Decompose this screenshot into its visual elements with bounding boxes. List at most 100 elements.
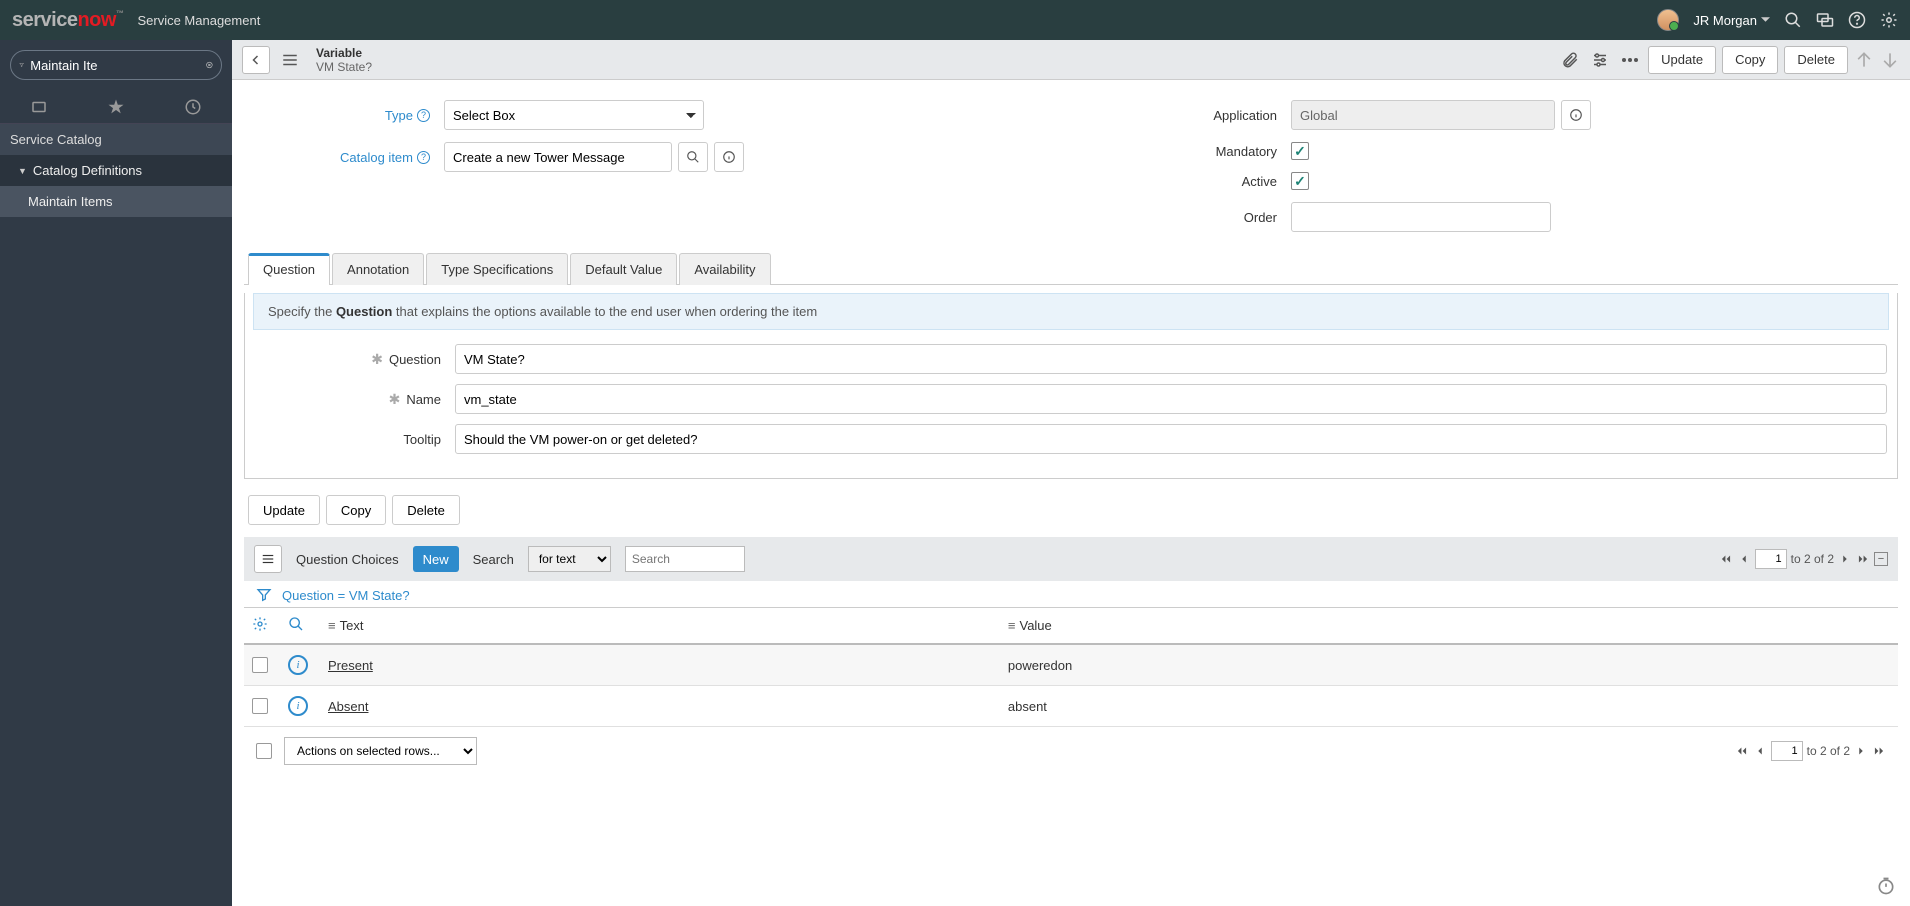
all-apps-icon[interactable] bbox=[30, 98, 48, 116]
tab-strip: Question Annotation Type Specifications … bbox=[244, 252, 1898, 285]
application-label: Application bbox=[1091, 108, 1291, 123]
tab-question[interactable]: Question bbox=[248, 253, 330, 285]
funnel-icon bbox=[19, 58, 24, 72]
choice-text-link[interactable]: Absent bbox=[328, 699, 368, 714]
nav-filter[interactable] bbox=[10, 50, 222, 80]
row-info-icon[interactable]: i bbox=[288, 655, 308, 675]
last-page-icon[interactable] bbox=[1872, 744, 1886, 758]
form-menu-icon[interactable] bbox=[276, 46, 304, 74]
choices-table: ≡Text ≡Value i Present poweredon i Absen… bbox=[244, 607, 1898, 727]
name-input[interactable] bbox=[455, 384, 1887, 414]
nav-item-maintain-items[interactable]: Maintain Items bbox=[0, 186, 232, 217]
personalize-icon[interactable] bbox=[1588, 48, 1612, 72]
update-button[interactable]: Update bbox=[248, 495, 320, 525]
application-input bbox=[1291, 100, 1555, 130]
first-page-icon[interactable] bbox=[1719, 552, 1733, 566]
header-copy-button[interactable]: Copy bbox=[1722, 46, 1778, 74]
actions-select[interactable]: Actions on selected rows... bbox=[284, 737, 477, 765]
tab-annotation[interactable]: Annotation bbox=[332, 253, 424, 285]
header-update-button[interactable]: Update bbox=[1648, 46, 1716, 74]
pager-top: to 2 of 2 − bbox=[1719, 549, 1888, 569]
name-field-label: ✱Name bbox=[255, 391, 455, 408]
history-icon[interactable] bbox=[184, 98, 202, 116]
user-menu[interactable]: JR Morgan bbox=[1693, 13, 1770, 28]
prev-page-icon[interactable] bbox=[1753, 744, 1767, 758]
header-delete-button[interactable]: Delete bbox=[1784, 46, 1848, 74]
mandatory-checkbox[interactable] bbox=[1291, 142, 1309, 160]
col-header-value[interactable]: ≡Value bbox=[1000, 608, 1898, 645]
nav-group-catalog-definitions[interactable]: ▼Catalog Definitions bbox=[0, 155, 232, 186]
type-label: Type? bbox=[244, 108, 444, 123]
catalog-item-input[interactable] bbox=[444, 142, 672, 172]
search-mode-select[interactable]: for text bbox=[528, 546, 611, 572]
page-number-input[interactable] bbox=[1771, 741, 1803, 761]
nav-filter-input[interactable] bbox=[30, 58, 206, 73]
tab-default[interactable]: Default Value bbox=[570, 253, 677, 285]
lookup-icon[interactable] bbox=[678, 142, 708, 172]
search-input[interactable] bbox=[625, 546, 745, 572]
response-time-icon[interactable] bbox=[1876, 876, 1896, 896]
help-icon[interactable]: ? bbox=[417, 151, 430, 164]
funnel-icon[interactable] bbox=[256, 587, 272, 603]
question-input[interactable] bbox=[455, 344, 1887, 374]
tooltip-input[interactable] bbox=[455, 424, 1887, 454]
search-column-icon[interactable] bbox=[288, 616, 304, 632]
tab-availability[interactable]: Availability bbox=[679, 253, 770, 285]
type-select[interactable]: Select Box bbox=[444, 100, 704, 130]
catalog-item-label: Catalog item? bbox=[244, 150, 444, 165]
mandatory-star-icon: ✱ bbox=[371, 351, 383, 368]
last-page-icon[interactable] bbox=[1856, 552, 1870, 566]
tab-info-banner: Specify the Question that explains the o… bbox=[253, 293, 1889, 330]
favorites-icon[interactable] bbox=[107, 98, 125, 116]
delete-button[interactable]: Delete bbox=[392, 495, 460, 525]
active-checkbox[interactable] bbox=[1291, 172, 1309, 190]
prev-page-icon[interactable] bbox=[1737, 552, 1751, 566]
record-title: Variable VM State? bbox=[316, 46, 372, 74]
filter-breadcrumb-link[interactable]: Question = VM State? bbox=[282, 588, 410, 603]
user-avatar[interactable] bbox=[1657, 9, 1679, 31]
first-page-icon[interactable] bbox=[1735, 744, 1749, 758]
next-page-icon[interactable] bbox=[1838, 552, 1852, 566]
help-icon[interactable]: ? bbox=[417, 109, 430, 122]
scope-info-icon[interactable] bbox=[1561, 100, 1591, 130]
nav-section-service-catalog[interactable]: Service Catalog bbox=[0, 124, 232, 155]
content-frame: Variable VM State? Update Copy Delete Ty… bbox=[232, 40, 1910, 906]
select-all-checkbox[interactable] bbox=[256, 743, 272, 759]
list-menu-icon[interactable] bbox=[254, 545, 282, 573]
row-checkbox[interactable] bbox=[252, 698, 268, 714]
personalize-columns-icon[interactable] bbox=[252, 616, 268, 632]
hamburger-icon: ≡ bbox=[328, 618, 336, 633]
top-banner: servicenow™ Service Management JR Morgan bbox=[0, 0, 1910, 40]
row-info-icon[interactable]: i bbox=[288, 696, 308, 716]
preview-icon[interactable] bbox=[714, 142, 744, 172]
chat-icon[interactable] bbox=[1816, 11, 1834, 29]
col-header-text[interactable]: ≡Text bbox=[320, 608, 1000, 645]
order-label: Order bbox=[1091, 210, 1291, 225]
nav-tabs bbox=[0, 90, 232, 124]
page-number-input[interactable] bbox=[1755, 549, 1787, 569]
order-input[interactable] bbox=[1291, 202, 1551, 232]
tab-typespec[interactable]: Type Specifications bbox=[426, 253, 568, 285]
mandatory-star-icon: ✱ bbox=[389, 391, 401, 408]
more-icon[interactable] bbox=[1618, 48, 1642, 72]
next-page-icon[interactable] bbox=[1854, 744, 1868, 758]
back-button[interactable] bbox=[242, 46, 270, 74]
collapse-list-icon[interactable]: − bbox=[1874, 552, 1888, 566]
settings-icon[interactable] bbox=[1880, 11, 1898, 29]
help-icon[interactable] bbox=[1848, 11, 1866, 29]
form-header: Variable VM State? Update Copy Delete bbox=[232, 40, 1910, 80]
row-checkbox[interactable] bbox=[252, 657, 268, 673]
prev-record-icon[interactable] bbox=[1854, 50, 1874, 70]
mandatory-label: Mandatory bbox=[1091, 144, 1291, 159]
copy-button[interactable]: Copy bbox=[326, 495, 386, 525]
navigator-sidebar: Service Catalog ▼Catalog Definitions Mai… bbox=[0, 40, 232, 906]
active-label: Active bbox=[1091, 174, 1291, 189]
table-row: i Absent absent bbox=[244, 686, 1898, 727]
attachment-icon[interactable] bbox=[1558, 48, 1582, 72]
choice-text-link[interactable]: Present bbox=[328, 658, 373, 673]
new-choice-button[interactable]: New bbox=[413, 546, 459, 572]
search-icon[interactable] bbox=[1784, 11, 1802, 29]
next-record-icon[interactable] bbox=[1880, 50, 1900, 70]
clear-filter-icon[interactable] bbox=[206, 56, 213, 74]
pager-bottom: to 2 of 2 bbox=[1735, 741, 1886, 761]
